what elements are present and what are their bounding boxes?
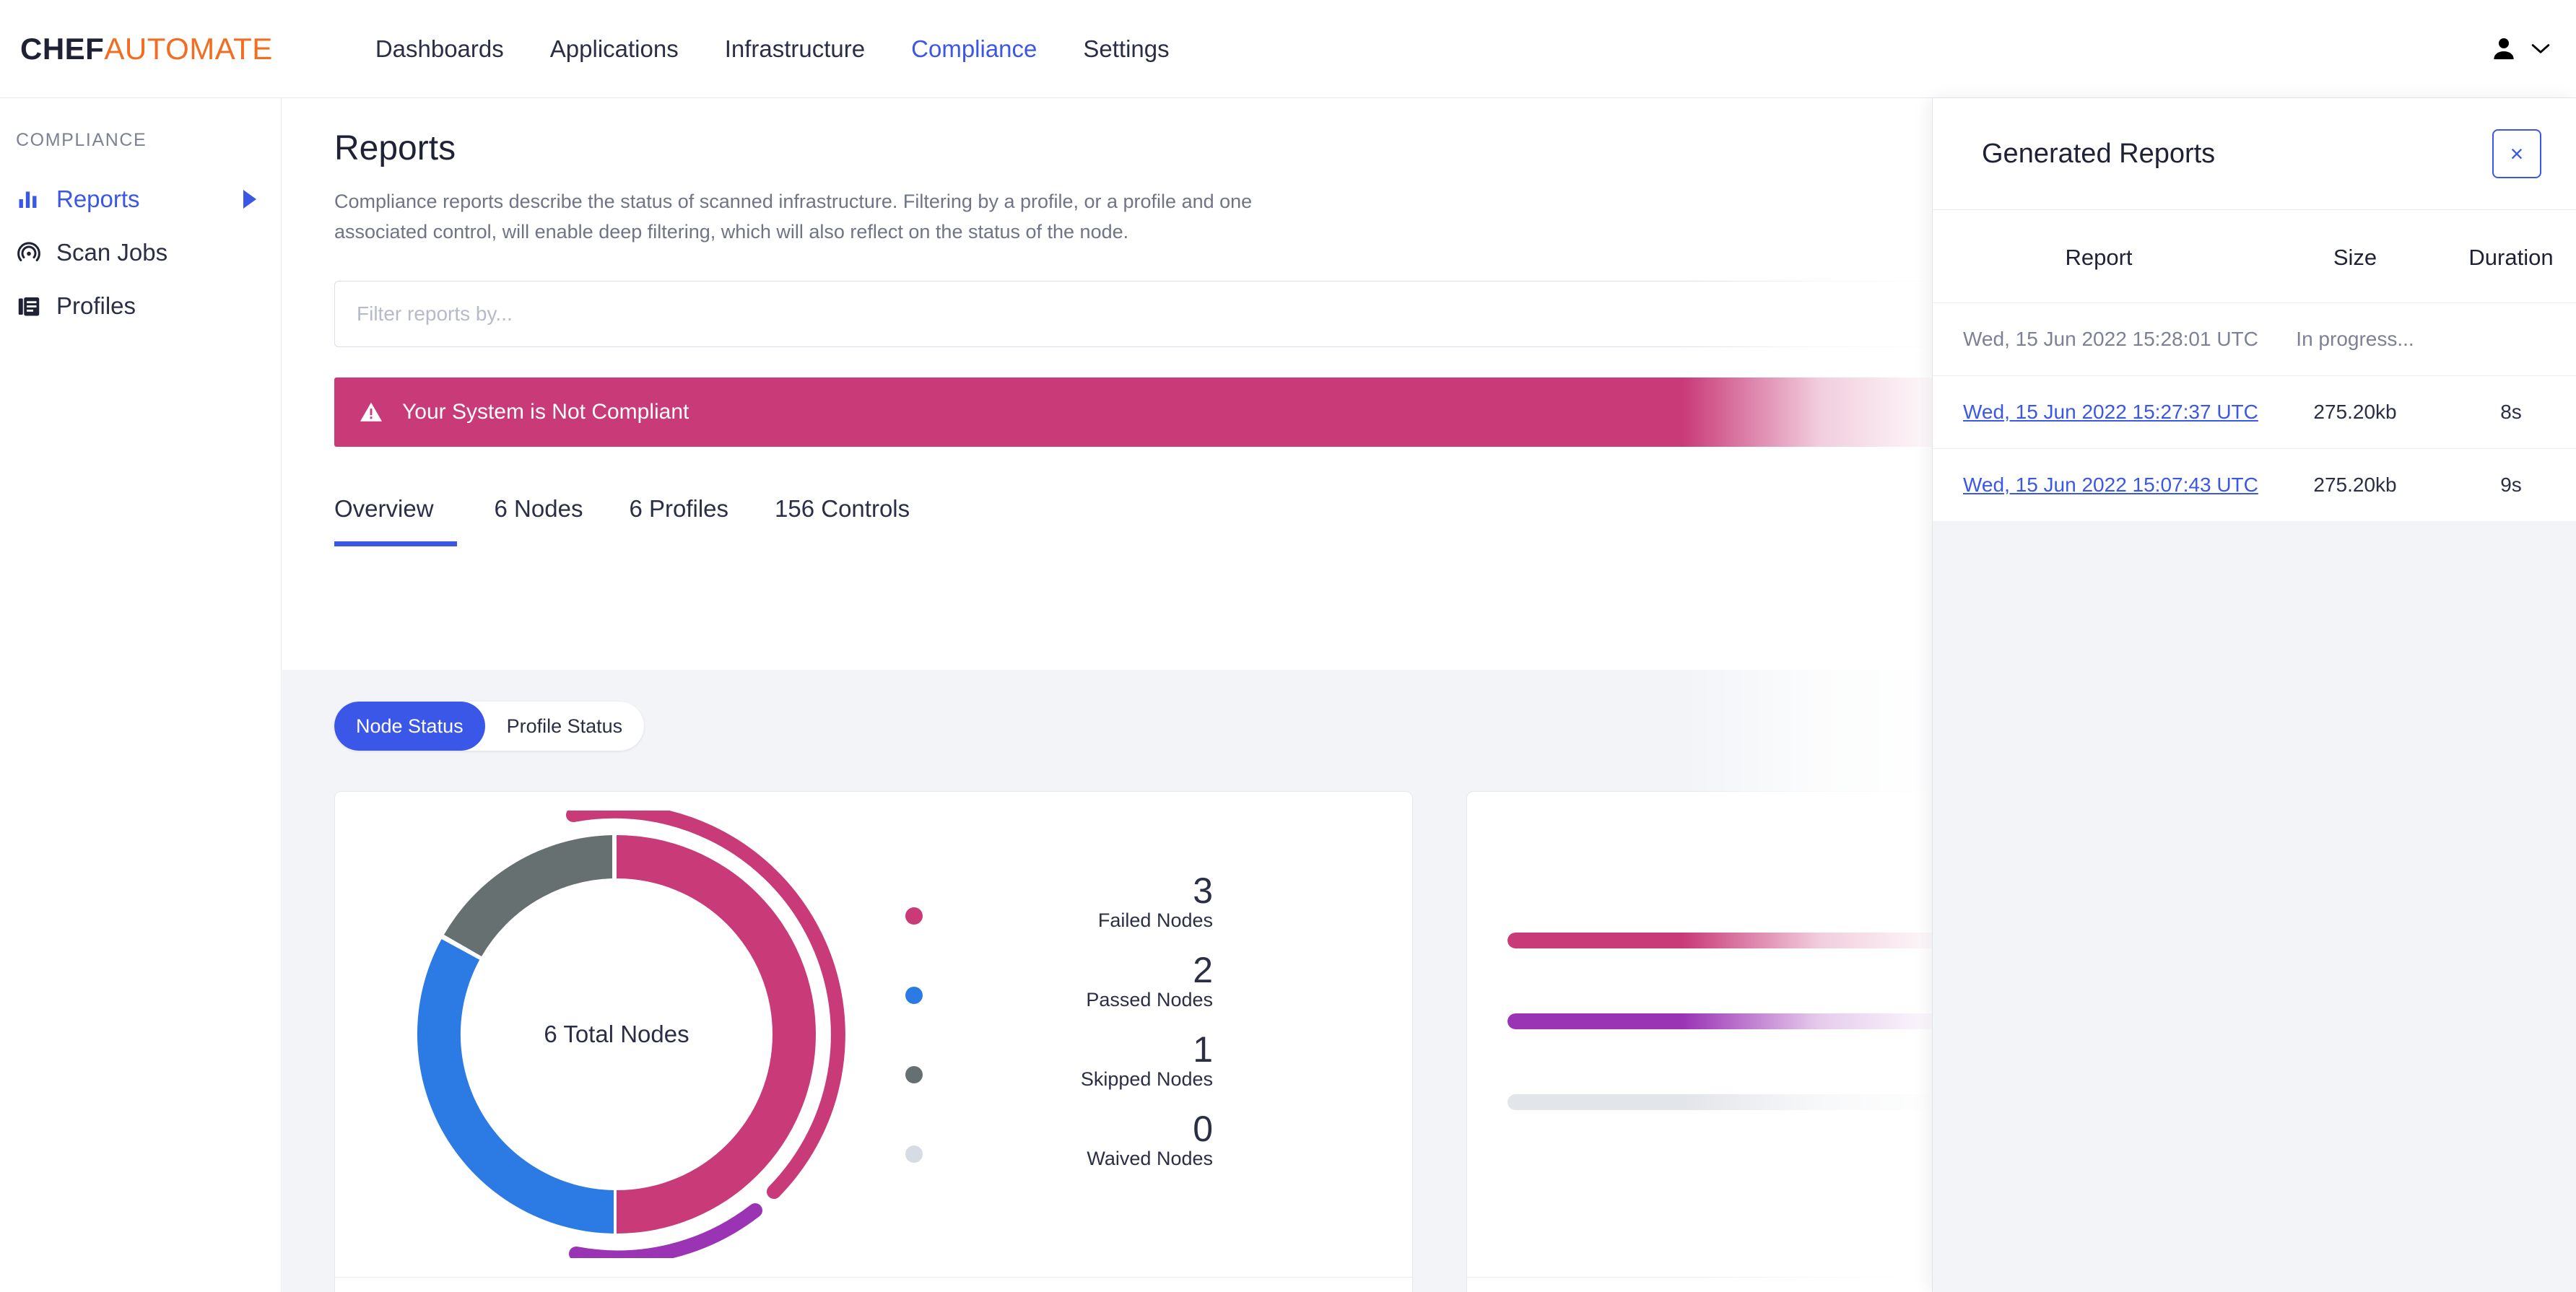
status-toggle-group: Node Status Profile Status [334, 702, 645, 751]
legend-item-waived: 0 Waived Nodes [905, 1091, 1310, 1170]
tab-nodes[interactable]: 6 Nodes [471, 495, 606, 546]
donut-slice-passed [417, 939, 614, 1234]
nav-item-applications[interactable]: Applications [527, 35, 702, 63]
top-navigation-bar: CHEFAUTOMATE Dashboards Applications Inf… [0, 0, 2576, 98]
table-header-row: Report Size Duration [1933, 210, 2576, 303]
node-status-card: 6 Total Nodes 3 Failed Nodes 2 Passed No… [334, 791, 1413, 1292]
report-timestamp: Wed, 15 Jun 2022 15:28:01 UTC [1963, 328, 2258, 350]
legend-item-failed: 3 Failed Nodes [905, 852, 1310, 932]
report-duration: 9s [2445, 448, 2576, 521]
report-download-link[interactable]: Wed, 15 Jun 2022 15:27:37 UTC [1963, 401, 2258, 423]
compliance-sidebar: COMPLIANCE Reports Scan Jobs Profiles [0, 98, 282, 1292]
logo-chef-text: CHEF [20, 31, 105, 66]
generated-reports-panel: Generated Reports × Report Size Duration… [1932, 98, 2576, 1292]
sidebar-section-title: COMPLIANCE [16, 130, 147, 150]
sidebar-item-scan-jobs[interactable]: Scan Jobs [0, 226, 281, 279]
chevron-down-icon [2531, 43, 2550, 53]
legend-value-waived: 0 [1193, 1109, 1213, 1149]
node-status-donut-chart: 6 Total Nodes [335, 792, 898, 1277]
legend-value-skipped: 1 [1193, 1029, 1213, 1070]
report-size: 275.20kb [2265, 375, 2445, 449]
node-status-legend: 3 Failed Nodes 2 Passed Nodes 1 Skipped … [905, 852, 1310, 1170]
nav-item-compliance[interactable]: Compliance [888, 35, 1060, 63]
banner-text: Your System is Not Compliant [402, 399, 689, 424]
report-download-link[interactable]: Wed, 15 Jun 2022 15:07:43 UTC [1963, 473, 2258, 496]
nav-item-dashboards[interactable]: Dashboards [352, 35, 527, 63]
legend-dot-waived [905, 1145, 923, 1163]
toggle-node-status[interactable]: Node Status [334, 702, 485, 751]
table-row: Wed, 15 Jun 2022 15:27:37 UTC 275.20kb 8… [1933, 375, 2576, 449]
report-duration [2445, 302, 2576, 376]
legend-item-passed: 2 Passed Nodes [905, 932, 1310, 1011]
user-menu[interactable] [2489, 35, 2550, 64]
table-row: Wed, 15 Jun 2022 15:07:43 UTC 275.20kb 9… [1933, 448, 2576, 521]
report-size: In progress... [2265, 302, 2445, 376]
column-header-report: Report [2065, 245, 2133, 270]
table-row: Wed, 15 Jun 2022 15:28:01 UTC In progres… [1933, 302, 2576, 376]
warning-triangle-icon [360, 402, 383, 422]
node-status-card-body: 6 Total Nodes 3 Failed Nodes 2 Passed No… [335, 792, 1412, 1277]
legend-label-passed: Passed Nodes [1086, 989, 1213, 1011]
legend-label-waived: Waived Nodes [1087, 1148, 1213, 1169]
sidebar-item-reports[interactable]: Reports [0, 173, 281, 226]
logo-automate-text: AUTOMATE [104, 31, 273, 66]
report-size: 275.20kb [2265, 448, 2445, 521]
legend-dot-skipped [905, 1066, 923, 1083]
generated-reports-table: Report Size Duration Wed, 15 Jun 2022 15… [1933, 210, 2576, 521]
legend-label-failed: Failed Nodes [1097, 909, 1213, 931]
legend-label-skipped: Skipped Nodes [1080, 1068, 1213, 1090]
node-status-card-footer: Node Status [335, 1277, 1412, 1292]
column-header-size: Size [2333, 245, 2377, 270]
bar-chart-icon [19, 191, 37, 208]
chef-automate-logo[interactable]: CHEFAUTOMATE [20, 32, 273, 66]
legend-dot-failed [905, 907, 923, 925]
generated-reports-table-card: Report Size Duration Wed, 15 Jun 2022 15… [1933, 210, 2576, 521]
radar-icon [17, 242, 40, 261]
legend-value-passed: 2 [1193, 950, 1213, 990]
panel-header: Generated Reports × [1933, 98, 2576, 210]
report-duration: 8s [2445, 375, 2576, 449]
chevron-right-icon [243, 190, 256, 209]
legend-dot-passed [905, 987, 923, 1004]
documents-icon [18, 297, 40, 316]
nav-item-infrastructure[interactable]: Infrastructure [702, 35, 888, 63]
legend-value-failed: 3 [1193, 870, 1213, 911]
app-root: CHEFAUTOMATE Dashboards Applications Inf… [0, 0, 2576, 1292]
sidebar-item-label-reports: Reports [56, 185, 140, 212]
primary-nav-links: Dashboards Applications Infrastructure C… [352, 35, 1193, 63]
nav-item-settings[interactable]: Settings [1060, 35, 1192, 63]
tab-profiles[interactable]: 6 Profiles [606, 495, 752, 546]
panel-title: Generated Reports [1982, 138, 2216, 169]
close-icon[interactable]: × [2492, 129, 2541, 178]
donut-center-label: 6 Total Nodes [544, 1021, 689, 1047]
sidebar-item-label-scan-jobs: Scan Jobs [56, 239, 168, 266]
legend-item-skipped: 1 Skipped Nodes [905, 1011, 1310, 1091]
tab-controls[interactable]: 156 Controls [752, 495, 933, 546]
toggle-profile-status[interactable]: Profile Status [485, 702, 645, 751]
column-header-duration: Duration [2468, 245, 2554, 270]
sidebar-item-profiles[interactable]: Profiles [0, 279, 281, 333]
page-description: Compliance reports describe the status o… [334, 191, 1253, 243]
tab-overview[interactable]: Overview [334, 495, 457, 546]
sidebar-item-label-profiles: Profiles [56, 292, 136, 319]
donut-slice-skipped [444, 835, 612, 956]
person-icon [2494, 38, 2514, 59]
